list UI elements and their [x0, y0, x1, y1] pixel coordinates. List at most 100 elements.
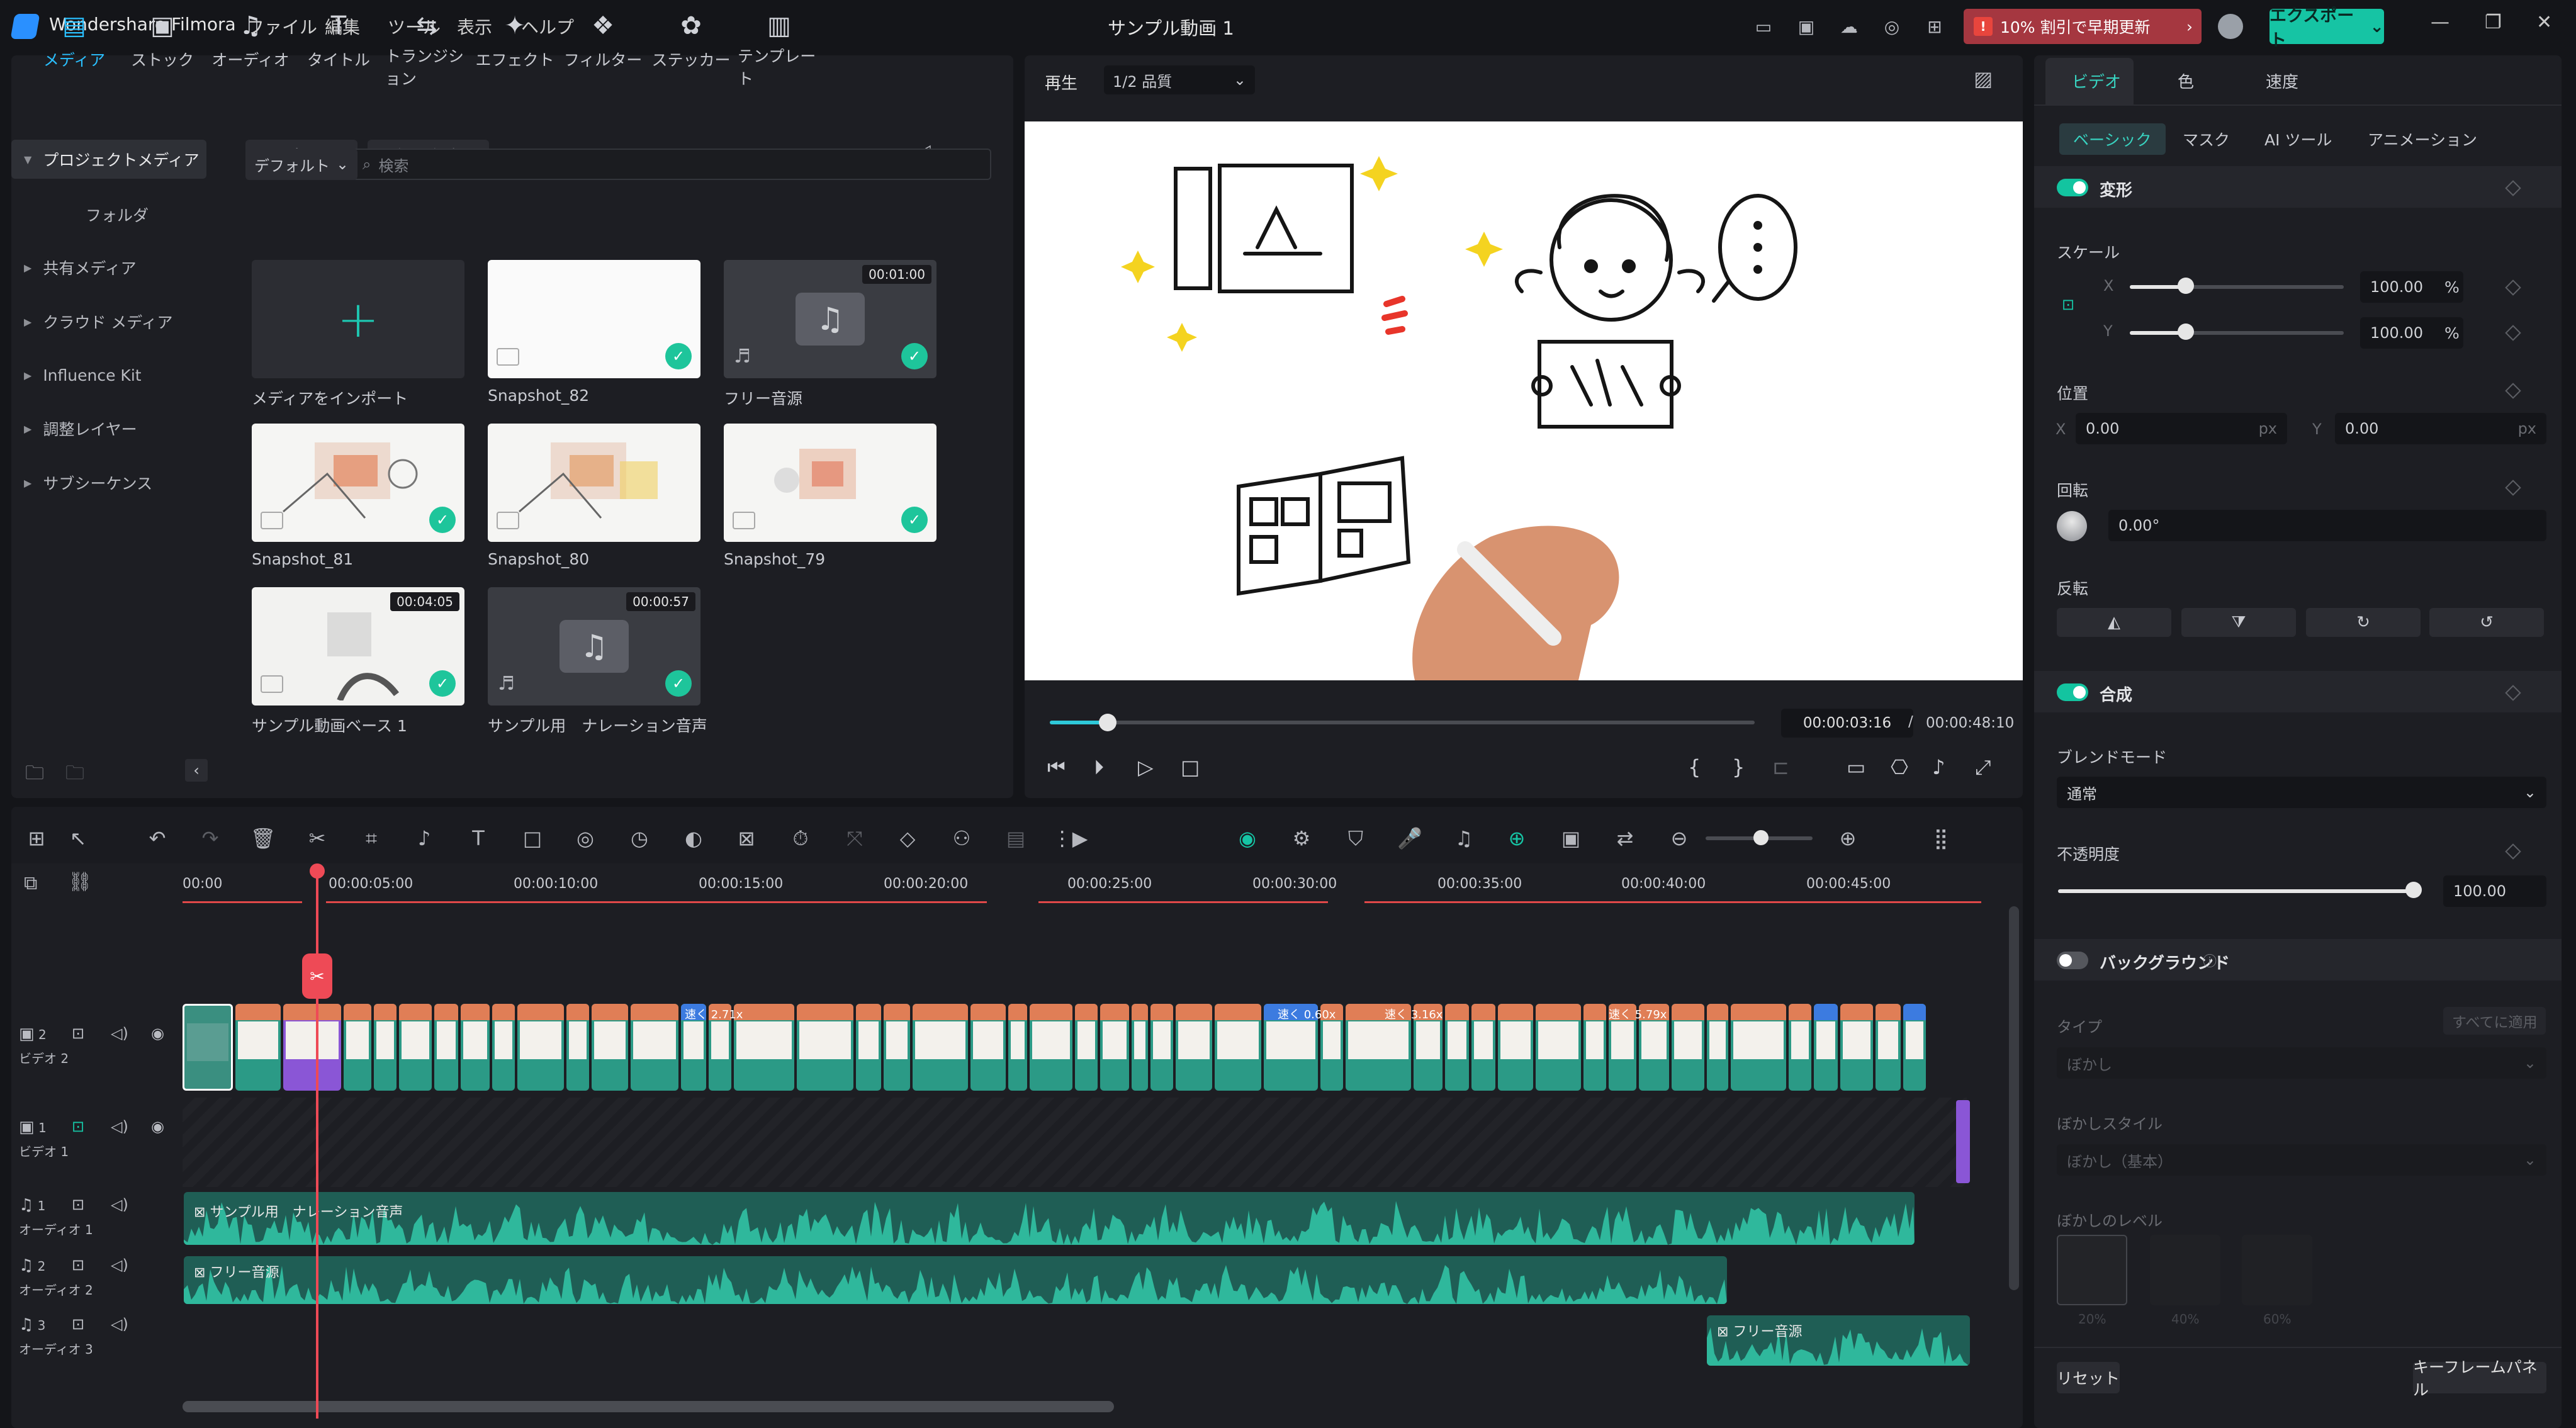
playhead-split-handle[interactable]: ✂	[302, 953, 332, 999]
video-clip[interactable]	[1132, 1004, 1148, 1091]
speaker-icon[interactable]: ◁)	[111, 1025, 128, 1042]
stabilize-icon[interactable]: ⊠	[734, 826, 759, 851]
media-thumb[interactable]: 00:04:05 ✓	[252, 587, 464, 706]
fullscreen-icon[interactable]: ⤢	[1975, 755, 1991, 780]
media-thumb[interactable]: 00:00:57 ♫ ♬ ✓	[488, 587, 700, 706]
headset-icon[interactable]: ◎	[1879, 14, 1904, 39]
video-clip[interactable]	[1075, 1004, 1098, 1091]
video-clip[interactable]	[1030, 1004, 1072, 1091]
video-clip[interactable]	[283, 1004, 341, 1091]
sidebar-item-subsequence[interactable]: ▶ サブシーケンス	[11, 463, 206, 502]
delete-icon[interactable]: 🗑	[250, 826, 276, 851]
video-2-track[interactable]	[183, 1004, 1967, 1091]
stop-icon[interactable]: □	[1181, 755, 1200, 779]
marker-icon[interactable]: ⛉	[1343, 826, 1368, 851]
video-clip[interactable]	[1707, 1004, 1728, 1091]
flip-horizontal-button[interactable]: ◭	[2057, 608, 2171, 637]
playback-scrubber[interactable]	[1050, 721, 1755, 724]
tab-video[interactable]: ビデオ	[2072, 69, 2121, 93]
blur-level-60[interactable]	[2242, 1235, 2312, 1305]
tab-speed[interactable]: 速度	[2266, 69, 2298, 93]
audio-clip-free-music-2[interactable]: ⊠ フリー音源	[1707, 1315, 1970, 1366]
tab-title-t[interactable]: T タイトル	[297, 11, 380, 81]
speaker-icon[interactable]: ◁)	[111, 1256, 128, 1274]
bg-type-select[interactable]: ぼかし ⌄	[2057, 1047, 2546, 1079]
export-button[interactable]: エクスポート ⌄	[2269, 6, 2384, 50]
video-clip[interactable]	[344, 1004, 371, 1091]
sidebar-item-adjustment-layer[interactable]: ▶ 調整レイヤー	[11, 409, 206, 448]
blend-mode-select[interactable]: 通常 ⌄	[2057, 777, 2546, 808]
reset-button[interactable]: リセット	[2057, 1362, 2120, 1393]
lock-open-icon[interactable]: ⊡	[72, 1196, 84, 1213]
mark-out-icon[interactable]: }	[1732, 755, 1745, 779]
display-icon[interactable]: ▭	[1847, 755, 1865, 779]
flip-vertical-button[interactable]: ⧩	[2181, 608, 2296, 637]
undo-icon[interactable]: ↶	[145, 826, 170, 851]
prev-frame-icon[interactable]: ⏮	[1047, 755, 1066, 780]
media-thumb[interactable]	[488, 424, 700, 542]
folder-move-icon[interactable]: 🗀	[65, 759, 84, 791]
link-icon[interactable]: ⛓	[68, 871, 92, 893]
media-thumb[interactable]: ✓	[724, 424, 936, 542]
zoom-in-icon[interactable]: ⊕	[1835, 826, 1860, 851]
cloud-icon[interactable]: ☁	[1836, 14, 1862, 39]
video-clip[interactable]	[631, 1004, 678, 1091]
opacity-knob[interactable]	[2405, 882, 2422, 898]
volume-icon[interactable]: ♪	[1932, 755, 1945, 779]
new-folder-icon[interactable]: 🗀	[25, 759, 44, 791]
microphone-icon[interactable]: 🎤	[1397, 826, 1422, 851]
video-clip[interactable]	[1731, 1004, 1786, 1091]
tab-sticker[interactable]: ✿ ステッカー	[650, 11, 733, 81]
video-clip[interactable]	[970, 1004, 1006, 1091]
video-clip[interactable]	[1498, 1004, 1533, 1091]
settings-gear-icon[interactable]: ⚙	[1289, 826, 1314, 851]
audio-mix-icon[interactable]: ♫	[1451, 826, 1476, 851]
speaker-icon[interactable]: ◁)	[111, 1196, 128, 1213]
video-clip[interactable]	[374, 1004, 397, 1091]
tab-color[interactable]: 色	[2178, 69, 2194, 93]
speaker-icon[interactable]: ◁)	[111, 1315, 128, 1333]
tab-stock[interactable]: ▣ ストック	[121, 11, 204, 81]
replace-icon[interactable]: ⇄	[1612, 826, 1638, 851]
lock-open-icon[interactable]: ⊡	[72, 1315, 84, 1333]
rotate-dial[interactable]	[2057, 511, 2087, 541]
keyframe-icon[interactable]: ◇	[895, 826, 920, 851]
video-clip[interactable]	[1672, 1004, 1704, 1091]
step-forward-icon[interactable]: ⏵	[1094, 755, 1104, 780]
sidebar-item-influence-kit[interactable]: ▶ Influence Kit	[11, 356, 206, 395]
timeline-scrollbar[interactable]	[183, 1401, 1114, 1412]
tab-music-note[interactable]: ♫ オーディオ	[209, 11, 292, 81]
video-clip[interactable]	[1536, 1004, 1581, 1091]
track-layout-icon[interactable]: ⣿	[1928, 826, 1954, 851]
restore-icon[interactable]: ❐	[2485, 11, 2502, 33]
scale-x-knob[interactable]	[2178, 278, 2194, 294]
subtab-mask[interactable]: マスク	[2169, 123, 2244, 155]
color-icon[interactable]: ◐	[681, 826, 706, 851]
media-thumb[interactable]: 00:01:00 ♫ ♬ ✓	[724, 260, 936, 378]
video-clip[interactable]	[1150, 1004, 1173, 1091]
compose-toggle[interactable]	[2057, 683, 2088, 701]
subtab-basic[interactable]: ベーシック	[2059, 123, 2166, 155]
tab-template[interactable]: ▥ テンプレート	[738, 11, 821, 88]
mask-icon[interactable]: ◎	[573, 826, 598, 851]
media-thumb[interactable]: ✓	[488, 260, 700, 378]
scrubber-handle[interactable]	[1099, 714, 1116, 731]
zoom-out-icon[interactable]: ⊖	[1667, 826, 1692, 851]
video-clip[interactable]	[1215, 1004, 1261, 1091]
zoom-knob[interactable]	[1753, 830, 1769, 845]
layout-icon[interactable]: ▭	[1751, 14, 1776, 39]
video-clip[interactable]	[235, 1004, 281, 1091]
sidebar-item-cloud-media[interactable]: ▶ クラウド メディア	[11, 302, 206, 341]
video-clip[interactable]	[1445, 1004, 1469, 1091]
speaker-icon[interactable]: ◁)	[111, 1118, 128, 1135]
quality-dropdown[interactable]: 1/2 品質 ⌄	[1104, 65, 1255, 94]
tab-transition[interactable]: ⇆ トランジション	[385, 11, 468, 88]
group-icon[interactable]: ▤	[1003, 826, 1028, 851]
video-clip[interactable]	[1903, 1004, 1926, 1091]
video-1-track[interactable]	[183, 1098, 1967, 1187]
video-clip[interactable]	[913, 1004, 968, 1091]
sidebar-item-folder[interactable]: フォルダ	[11, 195, 206, 234]
audio-clip-free-music[interactable]: ⊠ フリー音源	[184, 1256, 1727, 1304]
text-icon[interactable]: T	[466, 826, 491, 851]
video-clip[interactable]	[797, 1004, 853, 1091]
